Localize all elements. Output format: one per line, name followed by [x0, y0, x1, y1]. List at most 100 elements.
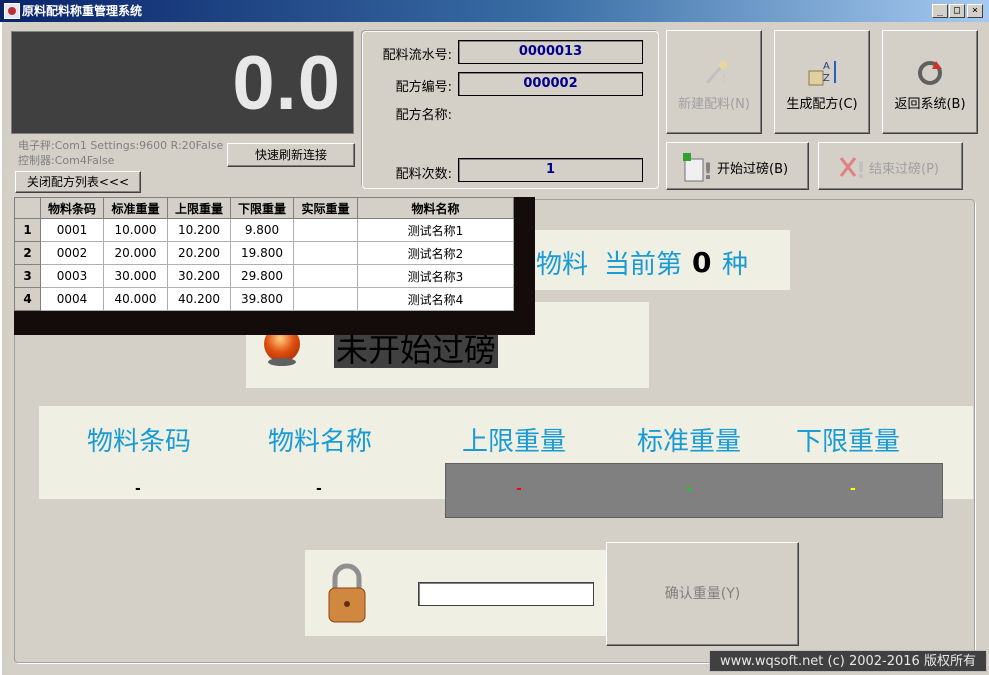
table-header-row: 物料条码 标准重量 上限重量 下限重量 实际重量 物料名称: [14, 197, 514, 219]
standard-column-label: 标准重量: [637, 427, 742, 457]
wand-icon: !: [705, 61, 727, 87]
end-weigh-label: 结束过磅(P): [869, 162, 939, 177]
lower-value: -: [850, 481, 856, 497]
current-index: 0: [692, 246, 712, 279]
cancel-weigh-icon: !: [839, 157, 866, 182]
cell-standard[interactable]: 10.000: [103, 218, 168, 242]
row-number[interactable]: 3: [14, 264, 41, 288]
upper-column-label: 上限重量: [462, 427, 567, 457]
cell-upper[interactable]: 30.200: [167, 264, 231, 288]
lower-column-label: 下限重量: [796, 427, 901, 457]
generate-recipe-button[interactable]: A Z 生成配方(C): [774, 30, 870, 134]
cell-standard[interactable]: 20.000: [103, 241, 168, 265]
new-batch-button[interactable]: ! 新建配料(N): [666, 30, 762, 134]
end-weigh-button[interactable]: ! 结束过磅(P): [818, 142, 963, 190]
confirm-weight-button[interactable]: 确认重量(Y): [606, 542, 799, 646]
weight-input[interactable]: [418, 582, 594, 606]
code-column-label: 物料条码: [87, 427, 192, 457]
table-row[interactable]: 3 0003 30.000 30.200 29.800 测试名称3: [14, 264, 514, 288]
table-row[interactable]: 1 0001 10.000 10.200 9.800 测试名称1: [14, 218, 514, 242]
return-system-label: 返回系统(B): [894, 97, 966, 112]
code-value: -: [135, 481, 141, 497]
cell-actual[interactable]: [293, 287, 358, 311]
serial-label: 配料流水号:: [382, 48, 452, 63]
cell-code[interactable]: 0001: [40, 218, 104, 242]
count-label: 配料次数:: [395, 167, 452, 182]
copyright-notice: www.wqsoft.net (c) 2002-2016 版权所有: [709, 650, 987, 672]
refresh-icon: [918, 61, 942, 85]
serial-field: 0000013: [458, 40, 643, 64]
cell-name[interactable]: 测试名称4: [357, 287, 514, 311]
title-bar: 原料配料称重管理系统 _ □ ×: [0, 0, 989, 22]
cell-name[interactable]: 测试名称1: [357, 218, 514, 242]
recipe-table-panel: 物料条码 标准重量 上限重量 下限重量 实际重量 物料名称 1 0001 10.…: [14, 197, 535, 335]
recipe-name-label: 配方名称:: [395, 108, 452, 123]
generate-recipe-label: 生成配方(C): [786, 97, 858, 112]
header-upper[interactable]: 上限重量: [167, 197, 231, 219]
name-value: -: [316, 481, 322, 497]
row-number[interactable]: 1: [14, 218, 41, 242]
material-prefix: 物料: [536, 250, 589, 280]
window-title: 原料配料称重管理系统: [22, 4, 143, 18]
svg-text:!: !: [703, 160, 713, 183]
name-column-label: 物料名称: [268, 427, 373, 457]
recipe-table: 物料条码 标准重量 上限重量 下限重量 实际重量 物料名称 1 0001 10.…: [14, 197, 514, 311]
table-row[interactable]: 4 0004 40.000 40.200 39.800 测试名称4: [14, 287, 514, 311]
close-recipe-list-button[interactable]: 关闭配方列表<<<: [15, 171, 141, 193]
add-weigh-icon: !: [683, 153, 713, 183]
upper-value: -: [516, 481, 522, 497]
cell-standard[interactable]: 40.000: [103, 287, 168, 311]
recipe-no-label: 配方编号:: [395, 80, 452, 95]
close-button[interactable]: ×: [967, 4, 983, 18]
start-weigh-label: 开始过磅(B): [717, 162, 789, 177]
cell-upper[interactable]: 10.200: [167, 218, 231, 242]
cell-actual[interactable]: [293, 218, 358, 242]
start-weigh-button[interactable]: ! 开始过磅(B): [666, 142, 809, 190]
header-lower[interactable]: 下限重量: [230, 197, 294, 219]
cell-upper[interactable]: 40.200: [167, 287, 231, 311]
count-field: 1: [458, 158, 643, 182]
header-code[interactable]: 物料条码: [40, 197, 104, 219]
cell-code[interactable]: 0003: [40, 264, 104, 288]
cell-name[interactable]: 测试名称3: [357, 264, 514, 288]
standard-value: -: [686, 481, 692, 497]
header-corner: [14, 197, 41, 219]
row-number[interactable]: 2: [14, 241, 41, 265]
svg-text:!: !: [721, 71, 727, 87]
refresh-connection-button[interactable]: 快速刷新连接: [227, 143, 355, 167]
cell-upper[interactable]: 20.200: [167, 241, 231, 265]
cell-lower[interactable]: 39.800: [230, 287, 294, 311]
header-name[interactable]: 物料名称: [357, 197, 514, 219]
confirm-box: [305, 550, 607, 636]
header-standard[interactable]: 标准重量: [103, 197, 168, 219]
current-label: 当前第: [604, 250, 683, 280]
recipe-no-field: 000002: [458, 72, 643, 96]
cell-code[interactable]: 0002: [40, 241, 104, 265]
header-actual[interactable]: 实际重量: [293, 197, 358, 219]
svg-text:Z: Z: [823, 73, 830, 84]
row-number[interactable]: 4: [14, 287, 41, 311]
minimize-button[interactable]: _: [932, 4, 948, 18]
weight-display: 0.0: [11, 31, 354, 134]
table-row[interactable]: 2 0002 20.000 20.200 19.800 测试名称2: [14, 241, 514, 265]
cell-code[interactable]: 0004: [40, 287, 104, 311]
status-text: 未开始过磅: [334, 331, 499, 369]
new-batch-label: 新建配料(N): [678, 97, 750, 112]
scale-port-info: 电子秤:Com1 Settings:9600 R:20False: [18, 139, 224, 152]
svg-text:!: !: [856, 159, 866, 182]
cell-actual[interactable]: [293, 264, 358, 288]
unit-label: 种: [722, 250, 749, 280]
cell-standard[interactable]: 30.000: [103, 264, 168, 288]
weight-display-value: 0.0: [232, 41, 341, 126]
cell-lower[interactable]: 9.800: [230, 218, 294, 242]
controller-port-info: 控制器:Com4False: [18, 154, 115, 167]
maximize-button[interactable]: □: [949, 4, 965, 18]
return-system-button[interactable]: 返回系统(B): [882, 30, 978, 134]
lock-icon: [328, 563, 366, 623]
cell-name[interactable]: 测试名称2: [357, 241, 514, 265]
material-index-box: 物料 当前第 0 种: [532, 230, 790, 290]
cell-lower[interactable]: 19.800: [230, 241, 294, 265]
app-icon: [4, 3, 20, 19]
cell-actual[interactable]: [293, 241, 358, 265]
cell-lower[interactable]: 29.800: [230, 264, 294, 288]
